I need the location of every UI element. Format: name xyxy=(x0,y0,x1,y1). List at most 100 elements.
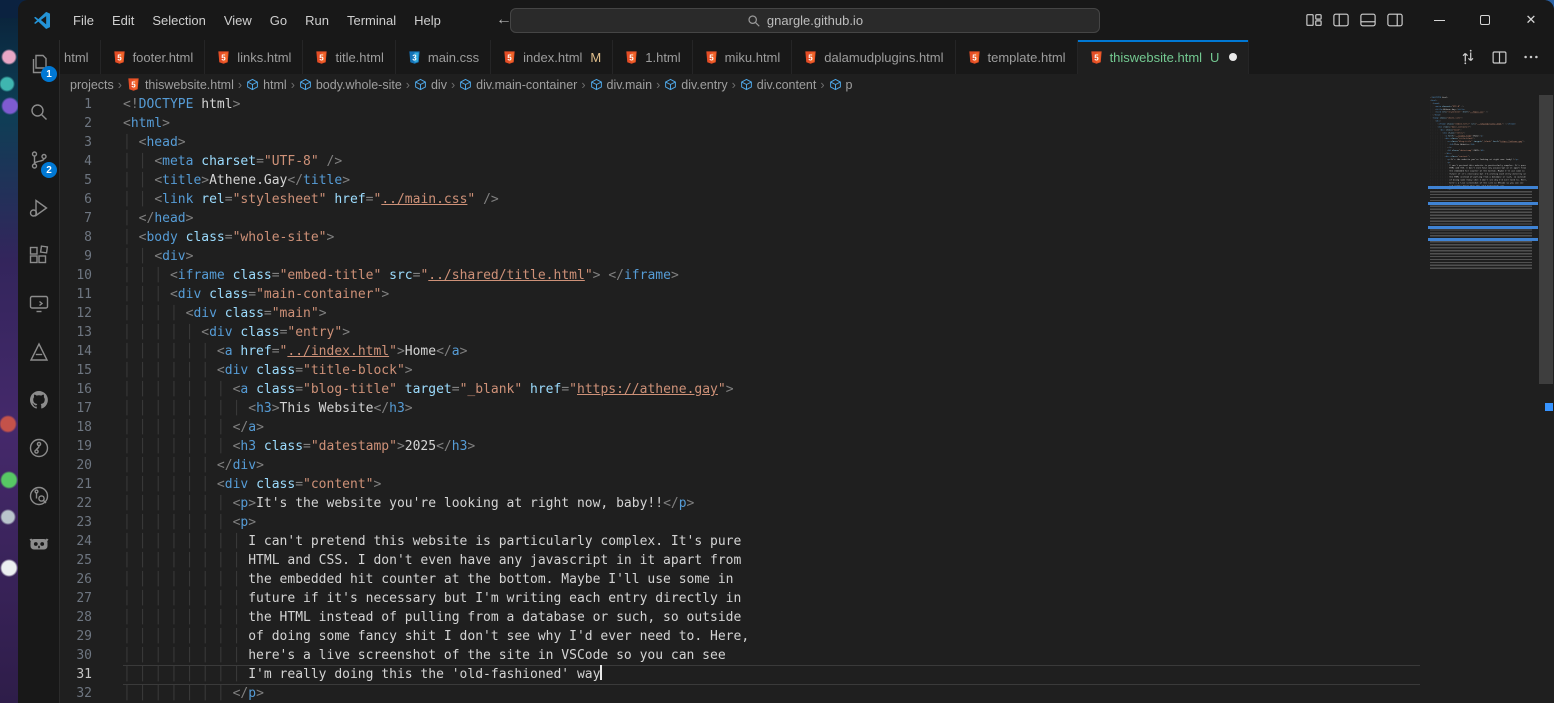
code-line-11[interactable]: 11│ │ │ <div class="main-container"> xyxy=(60,285,1554,304)
code-line-16[interactable]: 16│ │ │ │ │ │ │ <a class="blog-title" ta… xyxy=(60,380,1554,399)
tab-label: thiswebsite.html xyxy=(1110,50,1202,65)
remote-explorer-icon[interactable] xyxy=(18,280,60,328)
code-line-1[interactable]: 1<!DOCTYPE html> xyxy=(60,95,1554,114)
code-line-18[interactable]: 18│ │ │ │ │ │ │ </a> xyxy=(60,418,1554,437)
code-line-31[interactable]: 31│ │ │ │ │ │ │ │ I'm really doing this … xyxy=(60,665,1554,684)
split-editor-icon[interactable] xyxy=(1491,49,1508,66)
explorer-icon[interactable]: 1 xyxy=(18,40,60,88)
breadcrumb-item-body-whole-site[interactable]: body.whole-site xyxy=(299,78,402,92)
breadcrumb-item-div-entry[interactable]: div.entry xyxy=(664,78,727,92)
breadcrumb-item-div-main-container[interactable]: div.main-container xyxy=(459,78,577,92)
code-line-14[interactable]: 14│ │ │ │ │ │ <a href="../index.html">Ho… xyxy=(60,342,1554,361)
code-line-4[interactable]: 4│ │ <meta charset="UTF-8" /> xyxy=(60,152,1554,171)
code-line-5[interactable]: 5│ │ <title>Athene.Gay</title> xyxy=(60,171,1554,190)
command-center[interactable]: gnargle.github.io xyxy=(510,8,1100,33)
layout-controls xyxy=(1305,0,1404,40)
menu-edit[interactable]: Edit xyxy=(103,8,143,33)
minimap[interactable]: <!DOCTYPE html><html>│ <head>│ │ <meta c… xyxy=(1428,95,1538,703)
menu-selection[interactable]: Selection xyxy=(143,8,214,33)
a-extension-icon[interactable] xyxy=(18,328,60,376)
toggle-panel-icon[interactable] xyxy=(1359,12,1377,28)
code-line-28[interactable]: 28│ │ │ │ │ │ │ │ the HTML instead of pu… xyxy=(60,608,1554,627)
code-line-29[interactable]: 29│ │ │ │ │ │ │ │ of doing some fancy sh… xyxy=(60,627,1554,646)
breadcrumb-label: body.whole-site xyxy=(316,78,402,92)
code-line-17[interactable]: 17│ │ │ │ │ │ │ │ <h3>This Website</h3> xyxy=(60,399,1554,418)
tab-label: index.html xyxy=(523,50,582,65)
scrollbar[interactable] xyxy=(1538,95,1554,703)
menu-view[interactable]: View xyxy=(215,8,261,33)
commit-search-icon[interactable] xyxy=(18,472,60,520)
code-line-23[interactable]: 23│ │ │ │ │ │ │ <p> xyxy=(60,513,1554,532)
breadcrumb-item-div-main[interactable]: div.main xyxy=(590,78,653,92)
code-line-3[interactable]: 3│ <head> xyxy=(60,133,1554,152)
breadcrumb-item-p[interactable]: p xyxy=(829,78,853,92)
breadcrumb-item-projects[interactable]: projects xyxy=(70,78,114,92)
tab-template-html[interactable]: 5template.html xyxy=(956,40,1078,74)
code-line-9[interactable]: 9│ │ <div> xyxy=(60,247,1554,266)
html-file-icon: 5 xyxy=(803,50,818,65)
line-number: 30 xyxy=(60,646,92,665)
customize-layout-icon[interactable] xyxy=(1305,12,1323,28)
code-line-13[interactable]: 13│ │ │ │ │ <div class="entry"> xyxy=(60,323,1554,342)
breadcrumb-item-div[interactable]: div xyxy=(414,78,447,92)
search-icon[interactable] xyxy=(18,88,60,136)
code-line-6[interactable]: 6│ │ <link rel="stylesheet" href="../mai… xyxy=(60,190,1554,209)
tab-miku-html[interactable]: 5miku.html xyxy=(693,40,793,74)
code-line-21[interactable]: 21│ │ │ │ │ │ <div class="content"> xyxy=(60,475,1554,494)
line-number: 7 xyxy=(60,209,92,228)
godot-tools-icon[interactable] xyxy=(18,520,60,568)
menu-bar: FileEditSelectionViewGoRunTerminalHelp xyxy=(64,8,450,33)
code-line-8[interactable]: 8│ <body class="whole-site"> xyxy=(60,228,1554,247)
tab-dalamudplugins-html[interactable]: 5dalamudplugins.html xyxy=(792,40,955,74)
toggle-sidebar-icon[interactable] xyxy=(1332,12,1350,28)
line-number: 2 xyxy=(60,114,92,133)
code-line-2[interactable]: 2<html> xyxy=(60,114,1554,133)
breadcrumb-item-div-content[interactable]: div.content xyxy=(740,78,817,92)
toggle-secondary-sidebar-icon[interactable] xyxy=(1386,12,1404,28)
tab-thiswebsite-html[interactable]: 5thiswebsite.htmlU xyxy=(1078,40,1250,74)
menu-run[interactable]: Run xyxy=(296,8,338,33)
run-debug-icon[interactable] xyxy=(18,184,60,232)
code-line-26[interactable]: 26│ │ │ │ │ │ │ │ the embedded hit count… xyxy=(60,570,1554,589)
tab-title-html[interactable]: 5title.html xyxy=(303,40,395,74)
extensions-icon[interactable] xyxy=(18,232,60,280)
close-button[interactable]: ✕ xyxy=(1508,0,1554,40)
more-actions-icon[interactable] xyxy=(1522,48,1540,66)
tab-footer-html[interactable]: 5footer.html xyxy=(101,40,206,74)
tab-main-css[interactable]: 3main.css xyxy=(396,40,491,74)
open-changes-icon[interactable] xyxy=(1459,48,1477,66)
menu-help[interactable]: Help xyxy=(405,8,450,33)
tab-1-html[interactable]: 51.html xyxy=(613,40,692,74)
code-line-10[interactable]: 10│ │ │ <iframe class="embed-title" src=… xyxy=(60,266,1554,285)
code-line-32[interactable]: 32│ │ │ │ │ │ │ </p> xyxy=(60,684,1554,703)
code-line-7[interactable]: 7│ </head> xyxy=(60,209,1554,228)
menu-file[interactable]: File xyxy=(64,8,103,33)
source-control-icon[interactable]: 2 xyxy=(18,136,60,184)
scrollbar-thumb[interactable] xyxy=(1539,95,1553,384)
menu-terminal[interactable]: Terminal xyxy=(338,8,405,33)
menu-go[interactable]: Go xyxy=(261,8,296,33)
tab-label: links.html xyxy=(237,50,291,65)
code-line-27[interactable]: 27│ │ │ │ │ │ │ │ future if it's necessa… xyxy=(60,589,1554,608)
code-line-25[interactable]: 25│ │ │ │ │ │ │ │ HTML and CSS. I don't … xyxy=(60,551,1554,570)
tab-html[interactable]: html xyxy=(60,40,101,74)
code-line-19[interactable]: 19│ │ │ │ │ │ │ <h3 class="datestamp">20… xyxy=(60,437,1554,456)
breadcrumb-item-thiswebsite-html[interactable]: 5thiswebsite.html xyxy=(126,77,234,92)
tab-links-html[interactable]: 5 links.html xyxy=(205,40,303,74)
code-editor[interactable]: 1<!DOCTYPE html>2<html>3│ <head>4│ │ <me… xyxy=(60,95,1554,703)
code-line-22[interactable]: 22│ │ │ │ │ │ │ <p>It's the website you'… xyxy=(60,494,1554,513)
code-line-15[interactable]: 15│ │ │ │ │ │ <div class="title-block"> xyxy=(60,361,1554,380)
maximize-button[interactable] xyxy=(1462,0,1508,40)
commit-graph-icon[interactable] xyxy=(18,424,60,472)
html-file-icon: 5 xyxy=(216,50,231,65)
code-line-30[interactable]: 30│ │ │ │ │ │ │ │ here's a live screensh… xyxy=(60,646,1554,665)
code-line-24[interactable]: 24│ │ │ │ │ │ │ │ I can't pretend this w… xyxy=(60,532,1554,551)
minimize-button[interactable] xyxy=(1416,0,1462,40)
code-line-20[interactable]: 20│ │ │ │ │ │ </div> xyxy=(60,456,1554,475)
github-icon[interactable] xyxy=(18,376,60,424)
tab-index-html[interactable]: 5index.htmlM xyxy=(491,40,613,74)
unsaved-dot-icon[interactable] xyxy=(1229,53,1237,61)
tab-label: 1.html xyxy=(645,50,680,65)
code-line-12[interactable]: 12│ │ │ │ <div class="main"> xyxy=(60,304,1554,323)
breadcrumb-item-html[interactable]: html xyxy=(246,78,287,92)
